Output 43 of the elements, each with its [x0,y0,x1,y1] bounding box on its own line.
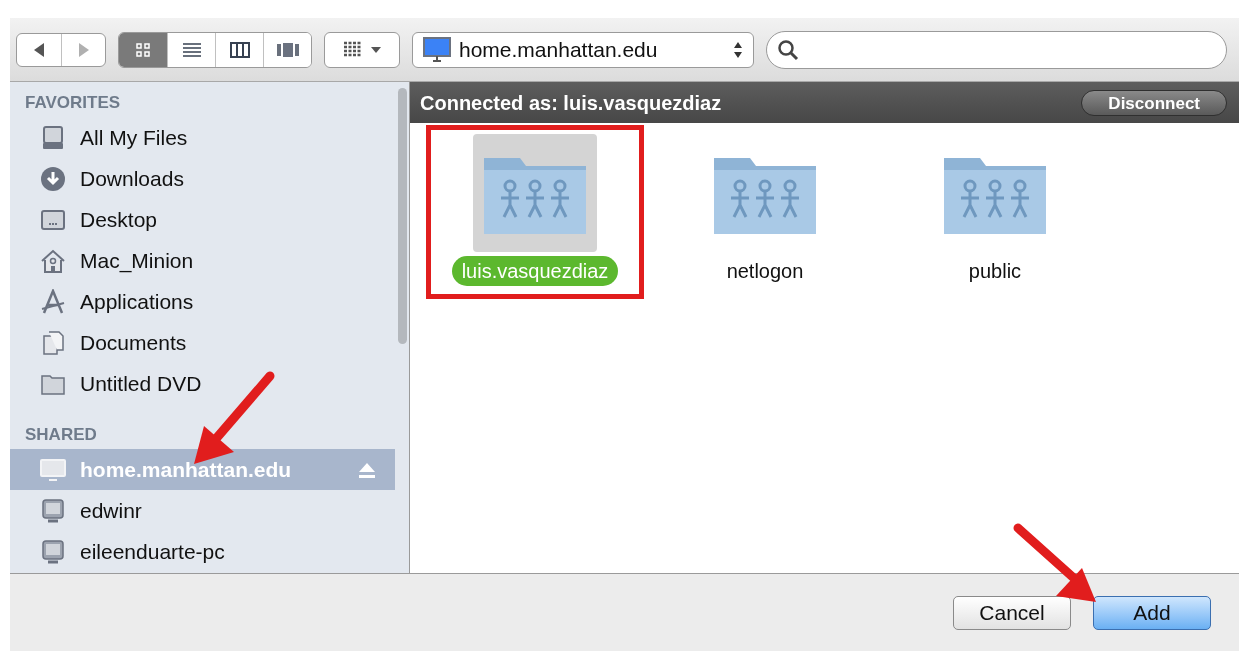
arrange-menu-button[interactable] [324,31,400,68]
download-icon [40,165,66,192]
view-mode-button[interactable] [263,32,311,67]
house-icon [40,247,66,274]
right-triangle-icon [76,41,91,58]
monitor-icon [423,36,451,63]
monitor-icon [40,456,66,483]
disconnect-button[interactable]: Disconnect [1081,89,1227,116]
location-popup[interactable]: home.manhattan.edu [412,31,754,68]
computer-icon [40,497,66,524]
section-heading: SHARED [24,424,98,446]
connection-status: Connected as: luis.vasquezdiaz [420,90,722,116]
search-field[interactable] [766,30,1227,69]
section-heading: FAVORITES [24,92,122,114]
folder-name[interactable]: netlogon [716,256,814,286]
compass-a-icon [40,288,66,315]
scrollbar-thumb[interactable] [397,88,407,344]
sidebar-item[interactable]: edwinr [10,490,395,531]
sidebar-item[interactable]: All My Files [10,117,395,158]
sidebar-item[interactable]: Mac_Minion [10,240,395,281]
view-mode-control[interactable] [118,31,312,68]
caret-icon [371,46,381,53]
folder-name[interactable]: public [958,256,1032,286]
dialog-button[interactable]: Cancel [953,595,1071,630]
sidebar-item[interactable]: Untitled DVD [10,363,395,404]
default-button[interactable]: Add [1093,595,1211,630]
list-icon [180,40,203,59]
folder-tile[interactable] [473,134,597,252]
navigation-control[interactable] [16,32,106,67]
file-cabinet-icon [40,124,66,151]
sidebar-item[interactable]: eileenduarte-pc [10,531,395,572]
columns-icon [228,40,251,59]
computer-icon [40,538,66,565]
sidebar-item[interactable]: Documents [10,322,395,363]
sidebar-item[interactable]: Downloads [10,158,395,199]
grid-menu-icon [343,40,363,59]
search-icon [777,38,799,61]
sidebar-item[interactable]: Desktop [10,199,395,240]
up-down-caret-icon [733,40,743,59]
cover-flow-icon [276,40,299,59]
sidebar-item[interactable]: Applications [10,281,395,322]
left-triangle-icon [32,41,46,58]
documents-icon [40,329,66,356]
